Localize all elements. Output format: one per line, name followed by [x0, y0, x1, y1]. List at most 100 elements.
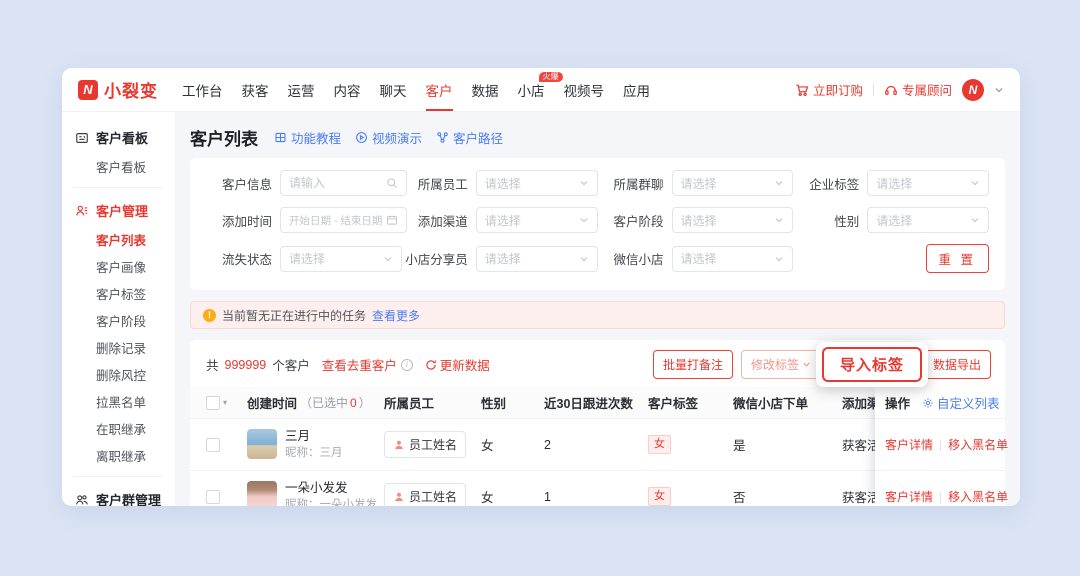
play-circle-icon [355, 131, 368, 144]
gender-select[interactable]: 请选择 [867, 207, 989, 233]
nav-item-workbench[interactable]: 工作台 [182, 68, 223, 111]
gender-value: 女 [481, 487, 544, 506]
chevron-down-icon [774, 178, 784, 188]
table-toolbar: 共 999999 个客户 查看去重客户 i 更新数据 批量打备注 修改标 [190, 340, 1005, 387]
sidebar-section-customer-mgmt[interactable]: 客户管理 [62, 195, 175, 226]
table-actions: 批量打备注 修改标签 导入标签 数据导出 [653, 350, 991, 379]
sidebar-item-customer-profile[interactable]: 客户画像 [62, 253, 175, 280]
tutorial-link[interactable]: 功能教程 [274, 128, 341, 147]
nav-item-acquisition[interactable]: 获客 [242, 68, 269, 111]
nav-item-content[interactable]: 内容 [334, 68, 361, 111]
dedupe-link[interactable]: 查看去重客户 [322, 355, 397, 374]
row-checkbox[interactable] [206, 438, 220, 452]
sidebar-item-resigned-inherit[interactable]: 离职继承 [62, 442, 175, 469]
advisor-link[interactable]: 专属顾问 [884, 80, 952, 99]
filter-label: 客户信息 [206, 174, 272, 193]
modify-tags-button[interactable]: 修改标签 [741, 350, 821, 379]
logo-text: 小裂变 [104, 77, 158, 102]
filter-label: 所属群聊 [598, 174, 664, 193]
sidebar-section-dashboard[interactable]: 客户看板 [62, 122, 175, 153]
customer-detail-link[interactable]: 客户详情 [885, 436, 933, 453]
top-navbar: N 小裂变 工作台 获客 运营 内容 聊天 客户 数据 小店 火爆 视频号 应用… [62, 68, 1020, 112]
filter-group-chat: 所属群聊 请选择 [598, 170, 794, 196]
manual-icon [274, 131, 287, 144]
hot-badge: 火爆 [539, 72, 563, 82]
customer-stage-select[interactable]: 请选择 [672, 207, 794, 233]
select-all-caret-icon[interactable]: ▾ [223, 398, 227, 407]
row-checkbox[interactable] [206, 490, 220, 504]
customer-tag: 女 [648, 487, 671, 505]
video-demo-link[interactable]: 视频演示 [355, 128, 422, 147]
modify-tags-label: 修改标签 [751, 356, 799, 373]
group-chat-select[interactable]: 请选择 [672, 170, 794, 196]
export-data-button[interactable]: 数据导出 [923, 350, 991, 379]
date-range-picker[interactable]: 开始日期 - 结束日期 [280, 207, 407, 233]
alert-text: 当前暂无正在进行中的任务 [222, 307, 366, 324]
nav-item-video[interactable]: 视频号 [564, 68, 605, 111]
import-tags-button[interactable]: 导入标签 [822, 347, 922, 382]
sidebar-item-customer-list[interactable]: 客户列表 [62, 226, 175, 253]
chevron-down-icon [802, 360, 811, 369]
path-icon [436, 131, 449, 144]
filter-row: 添加时间 开始日期 - 结束日期 添加渠道 请选择 [206, 207, 989, 233]
nav-item-chat[interactable]: 聊天 [380, 68, 407, 111]
filter-label: 性别 [793, 211, 859, 230]
sidebar-item-customer-stage[interactable]: 客户阶段 [62, 307, 175, 334]
sidebar-item-delete-risk[interactable]: 删除风控 [62, 361, 175, 388]
filter-corp-tag: 企业标签 请选择 [793, 170, 989, 196]
sidebar-item-delete-records[interactable]: 删除记录 [62, 334, 175, 361]
move-to-blacklist-link[interactable]: 移入黑名单 [948, 436, 1008, 453]
customer-tag: 女 [648, 435, 671, 453]
search-input[interactable] [289, 176, 382, 190]
order-now-link[interactable]: 立即订购 [795, 80, 863, 99]
view-more-link[interactable]: 查看更多 [372, 307, 420, 324]
corp-tag-select[interactable]: 请选择 [867, 170, 989, 196]
select-placeholder: 请选择 [289, 250, 379, 267]
divider: | [939, 490, 942, 504]
account-avatar[interactable]: N [962, 79, 984, 101]
refresh-data-link[interactable]: 更新数据 [425, 355, 490, 374]
customize-columns-link[interactable]: 自定义列表 [922, 393, 1000, 412]
customer-info-input[interactable] [280, 170, 407, 196]
reset-button[interactable]: 重 置 [926, 244, 989, 273]
sidebar-item-dashboard[interactable]: 客户看板 [62, 153, 175, 180]
logo-bolt-icon: N [78, 80, 98, 100]
nav-item-data[interactable]: 数据 [472, 68, 499, 111]
sidebar-section-group-mgmt[interactable]: 客户群管理 [62, 484, 175, 506]
batch-remark-button[interactable]: 批量打备注 [653, 350, 733, 379]
wechat-shop-select[interactable]: 请选择 [672, 246, 794, 272]
staff-name: 员工姓名 [409, 436, 457, 453]
shop-sharer-select[interactable]: 请选择 [476, 246, 598, 272]
row-actions: 客户详情 | 移入黑名单 [875, 419, 1005, 471]
select-placeholder: 请选择 [681, 212, 771, 229]
select-all-checkbox[interactable] [206, 396, 220, 410]
nav-item-operations[interactable]: 运营 [288, 68, 315, 111]
info-icon[interactable]: i [401, 359, 413, 371]
filter-label: 微信小店 [598, 249, 664, 268]
cart-icon [795, 83, 809, 97]
staff-badge[interactable]: 员工姓名 [384, 431, 466, 458]
chevron-down-icon [579, 178, 589, 188]
customer-detail-link[interactable]: 客户详情 [885, 488, 933, 505]
staff-badge[interactable]: 员工姓名 [384, 483, 466, 506]
chevron-down-icon[interactable] [994, 85, 1004, 95]
churn-status-select[interactable]: 请选择 [280, 246, 402, 272]
app-logo[interactable]: N 小裂变 [78, 68, 158, 111]
nav-item-shop-label: 小店 [518, 80, 545, 100]
add-channel-select[interactable]: 请选择 [476, 207, 598, 233]
staff-select[interactable]: 请选择 [476, 170, 598, 196]
filter-label: 所属员工 [402, 174, 468, 193]
nav-item-apps[interactable]: 应用 [623, 68, 650, 111]
sidebar-item-blacklist[interactable]: 拉黑名单 [62, 388, 175, 415]
video-demo-label: 视频演示 [372, 128, 422, 147]
nav-item-shop[interactable]: 小店 火爆 [518, 68, 545, 111]
fixed-action-column: 操作 自定义列表 客户详情 | 移入黑名单 客户详情 [875, 387, 1005, 506]
page-header: 客户列表 功能教程 视频演示 客户路径 [190, 125, 1005, 150]
sidebar-item-active-inherit[interactable]: 在职继承 [62, 415, 175, 442]
sidebar-item-customer-tags[interactable]: 客户标签 [62, 280, 175, 307]
move-to-blacklist-link[interactable]: 移入黑名单 [948, 488, 1008, 505]
gender-value: 女 [481, 435, 544, 454]
nav-item-customers[interactable]: 客户 [426, 68, 453, 111]
column-gender: 性别 [481, 393, 544, 412]
customer-path-link[interactable]: 客户路径 [436, 128, 503, 147]
